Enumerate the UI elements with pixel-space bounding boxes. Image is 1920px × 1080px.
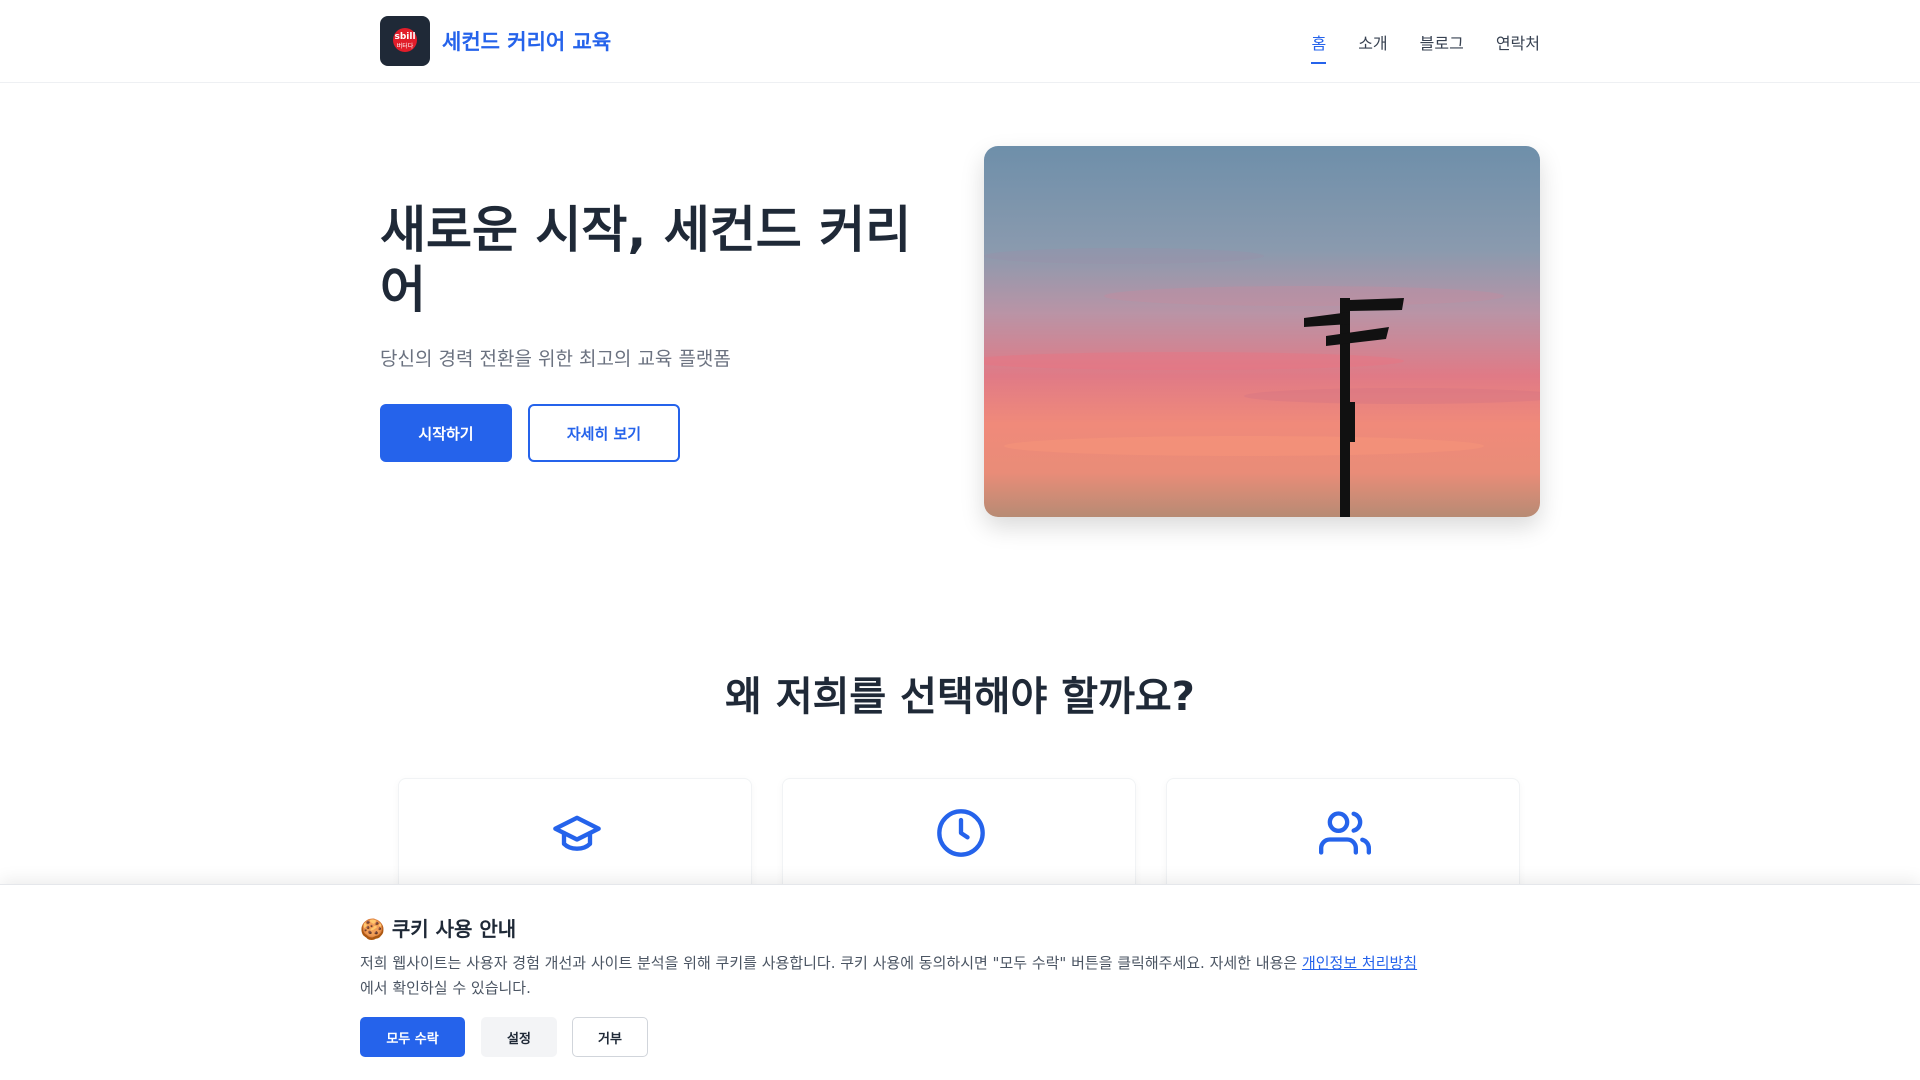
- reject-button[interactable]: 거부: [572, 1017, 648, 1057]
- signpost-silhouette: [984, 248, 1540, 517]
- nav-item-blog[interactable]: 블로그: [1420, 30, 1464, 54]
- cookie-text: 저희 웹사이트는 사용자 경험 개선과 사이트 분석을 위해 쿠키를 사용합니다…: [360, 954, 1302, 972]
- nav-item-about[interactable]: 소개: [1358, 30, 1387, 54]
- cookie-banner: 🍪 쿠키 사용 안내 저희 웹사이트는 사용자 경험 개선과 사이트 분석을 위…: [0, 884, 1920, 1080]
- learn-more-button[interactable]: 자세히 보기: [528, 404, 680, 462]
- logo-text: sbill: [394, 32, 416, 42]
- cookie-title-text: 쿠키 사용 안내: [391, 917, 517, 941]
- site-header: sbill 버터다 세컨드 커리어 교육 홈 소개 블로그 연락처: [0, 0, 1920, 83]
- privacy-policy-link[interactable]: 개인정보 처리방침: [1302, 954, 1417, 972]
- brand-logo[interactable]: sbill 버터다: [380, 16, 430, 66]
- graduation-cap-icon: [553, 815, 601, 851]
- users-icon: [1319, 811, 1371, 855]
- hero-subtitle: 당신의 경력 전환을 위한 최고의 교육 플랫폼: [380, 348, 731, 370]
- main-nav: 홈 소개 블로그 연락처: [1311, 30, 1540, 64]
- cookie-icon: 🍪: [360, 917, 385, 941]
- cookie-text-after: 에서 확인하실 수 있습니다.: [360, 979, 531, 997]
- start-button[interactable]: 시작하기: [380, 404, 512, 462]
- accept-all-button[interactable]: 모두 수락: [360, 1017, 465, 1057]
- nav-item-home[interactable]: 홈: [1311, 30, 1326, 64]
- cookie-description: 저희 웹사이트는 사용자 경험 개선과 사이트 분석을 위해 쿠키를 사용합니다…: [360, 951, 1560, 1001]
- hero-title: 새로운 시작, 세컨드 커리어: [380, 201, 912, 319]
- cookie-settings-button[interactable]: 설정: [481, 1017, 557, 1057]
- brand-name[interactable]: 세컨드 커리어 교육: [442, 26, 611, 56]
- cookie-title: 🍪 쿠키 사용 안내: [360, 913, 516, 942]
- hero-image: [984, 146, 1540, 517]
- clock-icon: [937, 809, 985, 857]
- page: sbill 버터다 세컨드 커리어 교육 홈 소개 블로그 연락처 새로운 시작…: [0, 0, 1920, 1080]
- logo-subtext: 버터다: [396, 43, 414, 50]
- features-title: 왜 저희를 선택해야 할까요?: [725, 674, 1195, 720]
- nav-item-contact[interactable]: 연락처: [1496, 30, 1540, 54]
